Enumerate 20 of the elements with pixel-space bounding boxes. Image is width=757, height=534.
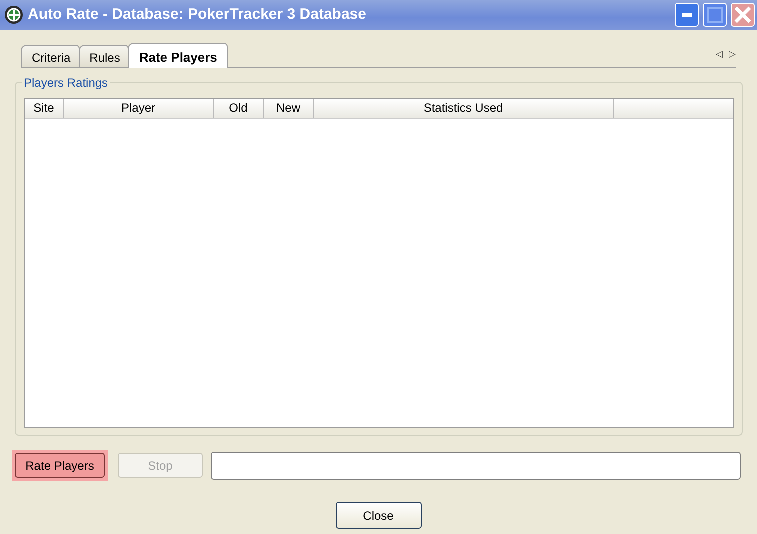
window-title: Auto Rate - Database: PokerTracker 3 Database [28,4,368,25]
column-header[interactable]: Player [64,99,214,118]
tab[interactable]: Rate Players [128,43,228,68]
close-window-button[interactable] [731,3,755,27]
maximize-icon [707,7,723,23]
column-header[interactable]: Site [25,99,64,118]
close-button[interactable]: Close [336,502,422,529]
column-header[interactable]: Statistics Used [314,99,614,118]
tab[interactable]: Criteria [21,45,80,67]
scroll-arrow[interactable]: ▷ [729,48,736,62]
minimize-icon [682,13,692,17]
poker-chip-icon [4,5,24,25]
scroll-arrow[interactable]: ◁ [716,48,723,62]
maximize-button[interactable] [703,3,727,27]
minimize-button[interactable] [675,3,699,27]
column-header[interactable]: Old [214,99,264,118]
column-header[interactable]: New [264,99,314,118]
action-button[interactable]: Rate Players [15,453,105,478]
close-icon [734,6,752,24]
tab[interactable]: Rules [78,45,130,67]
